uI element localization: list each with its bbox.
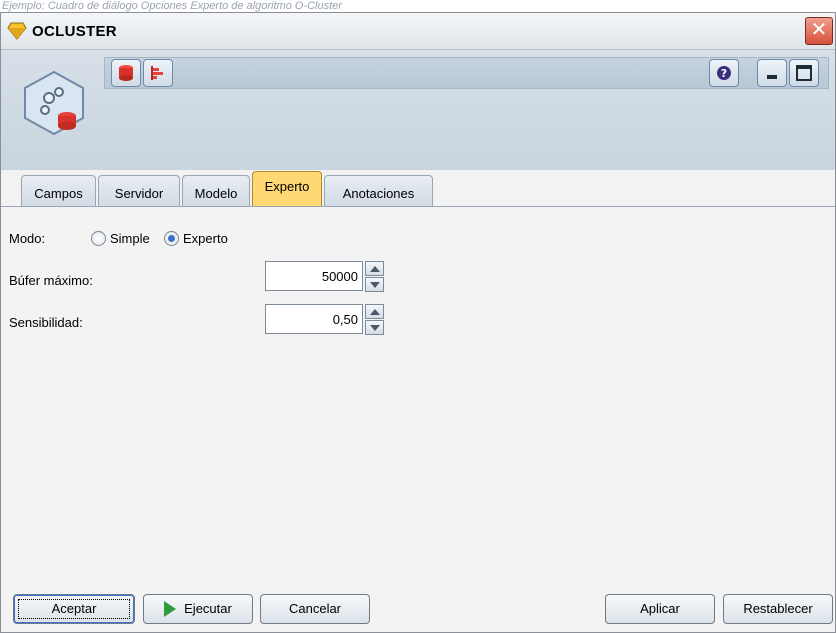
toolbar: ? xyxy=(104,57,829,89)
sensitivity-down-arrow-icon[interactable] xyxy=(365,320,384,335)
help-icon: ? xyxy=(717,66,731,80)
tab-strip: Campos Servidor Modelo Experto Anotacion… xyxy=(1,171,835,207)
figure-caption: Ejemplo: Cuadro de diálogo Opciones Expe… xyxy=(2,0,342,12)
sensitivity-arrows[interactable] xyxy=(365,304,385,336)
focus-rectangle xyxy=(18,599,130,619)
mode-simple-label[interactable]: Simple xyxy=(110,231,150,246)
max-buffer-spinner[interactable]: 50000 xyxy=(265,261,385,293)
maximize-button[interactable] xyxy=(789,59,819,87)
apply-button-label: Aplicar xyxy=(640,601,680,616)
toolbar-chart-button[interactable] xyxy=(143,59,173,87)
run-button[interactable]: Ejecutar xyxy=(143,594,253,624)
reset-button[interactable]: Restablecer xyxy=(723,594,833,624)
mode-experto-label[interactable]: Experto xyxy=(183,231,228,246)
max-buffer-label: Búfer máximo: xyxy=(9,273,93,288)
cancel-button-label: Cancelar xyxy=(288,601,342,616)
sensitivity-up-arrow-icon[interactable] xyxy=(365,304,384,319)
minimize-button[interactable] xyxy=(757,59,787,87)
tab-modelo[interactable]: Modelo xyxy=(182,175,250,206)
apply-button[interactable]: Aplicar xyxy=(605,594,715,624)
sensitivity-input[interactable]: 0,50 xyxy=(265,304,363,334)
max-buffer-up-arrow-icon[interactable] xyxy=(365,261,384,276)
bar-chart-icon xyxy=(151,66,163,80)
svg-text:?: ? xyxy=(721,67,727,80)
cluster-node-icon xyxy=(24,70,84,136)
mode-label: Modo: xyxy=(9,231,46,246)
close-button[interactable]: ✕ xyxy=(805,17,833,45)
minimize-icon xyxy=(767,75,777,79)
sensitivity-spinner[interactable]: 0,50 xyxy=(265,304,385,336)
tab-anotaciones[interactable]: Anotaciones xyxy=(324,175,433,206)
tab-content-experto: Modo: Simple Experto Búfer máximo: 50000… xyxy=(1,207,835,587)
toolbar-database-button[interactable] xyxy=(111,59,141,87)
diamond-node-icon xyxy=(7,22,27,40)
tab-campos[interactable]: Campos xyxy=(21,175,96,206)
play-icon xyxy=(164,600,177,617)
run-button-label: Ejecutar xyxy=(184,601,232,616)
dialog-window: OCLUSTER ✕ ? Campos Servidor Modelo Expe… xyxy=(0,12,836,633)
tab-servidor[interactable]: Servidor xyxy=(98,175,180,206)
dialog-header: ? xyxy=(1,50,835,170)
max-buffer-input[interactable]: 50000 xyxy=(265,261,363,291)
close-icon: ✕ xyxy=(810,19,828,41)
window-title: OCLUSTER xyxy=(32,23,117,40)
maximize-icon xyxy=(796,65,812,81)
help-button[interactable]: ? xyxy=(709,59,739,87)
mode-simple-radio[interactable] xyxy=(91,231,106,246)
title-bar[interactable]: OCLUSTER ✕ xyxy=(1,13,835,50)
tab-experto[interactable]: Experto xyxy=(252,171,322,207)
ok-button[interactable]: Aceptar xyxy=(13,594,135,624)
cancel-button[interactable]: Cancelar xyxy=(260,594,370,624)
max-buffer-arrows[interactable] xyxy=(365,261,385,293)
database-icon xyxy=(119,65,133,81)
mode-experto-radio[interactable] xyxy=(164,231,179,246)
dialog-footer: Aceptar Ejecutar Cancelar Aplicar Restab… xyxy=(1,587,835,632)
max-buffer-down-arrow-icon[interactable] xyxy=(365,277,384,292)
reset-button-label: Restablecer xyxy=(743,601,813,616)
sensitivity-label: Sensibilidad: xyxy=(9,315,83,330)
